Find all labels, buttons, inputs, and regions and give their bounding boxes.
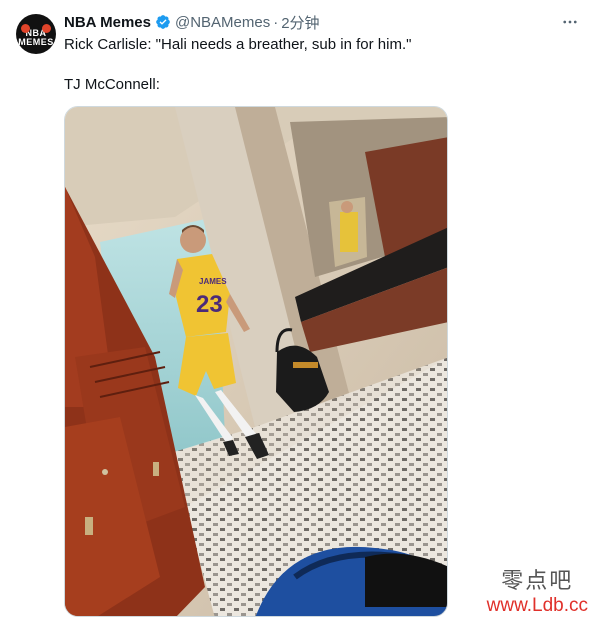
basketball-icon bbox=[42, 24, 51, 33]
watermark-chinese: 零点吧 bbox=[501, 569, 574, 594]
tweet-text-line: Rick Carlisle: "Hali needs a breather, s… bbox=[64, 36, 412, 53]
watermark: 零点吧 www.Ldb.cc bbox=[487, 563, 588, 617]
basketball-icon bbox=[21, 24, 30, 33]
watermark-url: www.Ldb.cc bbox=[486, 595, 588, 616]
tweet-photo[interactable]: JAMES 23 bbox=[64, 106, 448, 617]
tweet-text-line: TJ McConnell: bbox=[64, 76, 160, 93]
author-name[interactable]: NBA Memes bbox=[64, 14, 151, 31]
jersey-number: 23 bbox=[196, 291, 223, 318]
locker-room-photo: JAMES 23 bbox=[65, 107, 447, 616]
tweet-header: NBA Memes @NBAMemes · 2分钟 bbox=[64, 12, 320, 32]
author-handle[interactable]: @NBAMemes bbox=[175, 14, 270, 31]
jersey-name: JAMES bbox=[199, 277, 227, 286]
tweet[interactable]: NBA MEMES NBA Memes @NBAMemes · 2分钟 Rick… bbox=[0, 0, 598, 621]
separator-dot: · bbox=[273, 13, 279, 31]
tweet-text: Rick Carlisle: "Hali needs a breather, s… bbox=[64, 35, 574, 95]
more-icon[interactable] bbox=[560, 12, 580, 32]
verified-badge-icon bbox=[156, 15, 170, 29]
avatar[interactable]: NBA MEMES bbox=[16, 14, 56, 54]
timestamp[interactable]: 2分钟 bbox=[281, 12, 319, 33]
